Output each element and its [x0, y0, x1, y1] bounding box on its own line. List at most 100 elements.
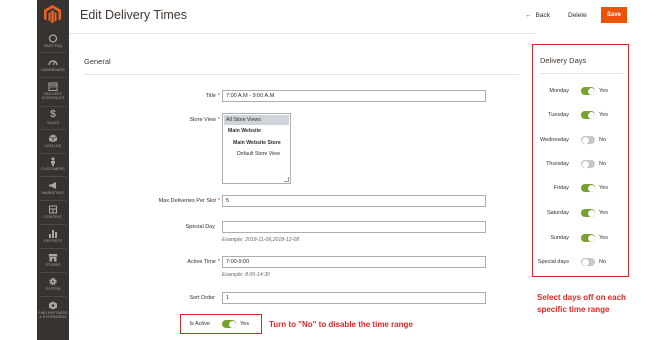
active-time-note: Example: 8:00-14:30	[222, 272, 270, 278]
sidebar-item-reports[interactable]: REPORTS	[37, 229, 69, 243]
active-time-input[interactable]: 7:00-9:00	[222, 256, 486, 268]
sidebar-item-easy-faq[interactable]: EASY FAQ	[37, 34, 69, 48]
sidebar-item-label: SYSTEM	[45, 287, 61, 291]
toggle-knob	[587, 87, 595, 95]
saturday-toggle[interactable]	[581, 209, 595, 217]
sidebar-divider	[40, 153, 66, 154]
store-view-option: Main Website	[228, 128, 262, 134]
title-label: Title *	[140, 93, 220, 99]
friday-toggle[interactable]	[581, 184, 595, 192]
delivery-days-title[interactable]: Delivery Days	[540, 56, 586, 65]
delivery-days-divider	[540, 73, 623, 74]
admin-sidebar: EASY FAQ DASHBOARD DELIVERY SCHEDULES $ …	[37, 0, 69, 340]
sidebar-item-label: SALES	[47, 121, 59, 125]
store-view-label-text: Store View	[189, 117, 216, 123]
speedometer-icon	[48, 60, 58, 66]
layout-icon	[49, 205, 57, 214]
disable-callout: Turn to "No" to disable the time range	[269, 320, 413, 329]
sidebar-item-sales[interactable]: $ SALES	[37, 110, 69, 126]
partners-icon	[49, 301, 57, 310]
day-label-sunday: Sunday	[550, 235, 569, 241]
toggle-knob	[587, 111, 595, 119]
sidebar-item-label: REPORTS	[44, 239, 62, 243]
day-label-wednesday: Wednesday	[540, 137, 569, 143]
sidebar-item-stores[interactable]: STORES	[37, 253, 69, 267]
day-label-thursday: Thursday	[546, 161, 569, 167]
toggle-knob	[581, 258, 589, 266]
sidebar-item-label: MARKETING	[42, 191, 64, 195]
back-button[interactable]: ← Back	[525, 12, 550, 19]
megaphone-icon	[49, 182, 56, 189]
sidebar-divider	[40, 248, 66, 249]
sidebar-divider	[40, 77, 66, 78]
magento-logo-icon[interactable]	[42, 4, 63, 24]
toggle-knob	[581, 136, 589, 144]
days-off-callout: Select days off on each specific time ra…	[537, 293, 626, 314]
max-deliveries-label-text: Max Deliveries Per Slot	[158, 198, 216, 204]
store-view-multiselect[interactable]: All Store Views Main Website Main Websit…	[222, 113, 291, 184]
is-active-toggle[interactable]	[222, 320, 236, 328]
thursday-toggle[interactable]	[581, 160, 595, 168]
gear-icon	[49, 277, 57, 286]
section-title-general[interactable]: General	[84, 57, 111, 66]
save-button[interactable]: Save	[601, 7, 627, 23]
sidebar-item-content[interactable]: CONTENT	[37, 205, 69, 219]
store-view-label: Store View *	[140, 117, 220, 123]
sidebar-divider	[40, 272, 66, 273]
is-active-value: Yes	[240, 321, 249, 327]
sidebar-item-label: STORES	[45, 263, 61, 267]
day-label-monday: Monday	[549, 88, 569, 94]
section-divider	[84, 74, 519, 75]
bar-chart-icon	[49, 230, 57, 238]
wednesday-value: No	[599, 137, 607, 143]
day-label-friday: Friday	[553, 185, 569, 191]
sunday-toggle[interactable]	[581, 234, 595, 242]
required-marker: *	[217, 259, 220, 265]
delete-button[interactable]: Delete	[568, 12, 587, 19]
sidebar-item-system[interactable]: SYSTEM	[37, 277, 69, 291]
sidebar-item-label: CONTENT	[44, 215, 62, 219]
special-day-note: Example: 2018-11-09,2018-12-08	[222, 237, 300, 243]
sidebar-item-label: DASHBOARD	[41, 68, 65, 72]
monday-toggle[interactable]	[581, 87, 595, 95]
sidebar-divider	[40, 296, 66, 297]
sidebar-divider	[40, 200, 66, 201]
sidebar-item-catalog[interactable]: CATALOG	[37, 134, 69, 148]
sidebar-divider	[40, 106, 66, 107]
sort-order-input[interactable]: 1	[222, 292, 486, 304]
title-label-text: Title	[205, 93, 216, 99]
sidebar-divider	[40, 129, 66, 130]
sidebar-item-delivery-schedules[interactable]: DELIVERY SCHEDULES	[37, 82, 69, 100]
back-label: Back	[535, 12, 550, 19]
required-marker: *	[217, 93, 220, 99]
toggle-knob	[587, 234, 595, 242]
sidebar-item-find-partners[interactable]: FIND PARTNERS & EXTENSIONS	[37, 301, 69, 319]
day-label-tuesday: Tuesday	[548, 112, 569, 118]
circle-icon	[48, 34, 58, 43]
store-view-option[interactable]: Default Store View	[224, 149, 289, 159]
wednesday-toggle[interactable]	[581, 136, 595, 144]
tuesday-toggle[interactable]	[581, 111, 595, 119]
store-view-option[interactable]: All Store Views	[224, 115, 289, 125]
sidebar-item-customers[interactable]: CUSTOMERS	[37, 157, 69, 171]
sidebar-divider	[40, 176, 66, 177]
special-day-input[interactable]	[222, 221, 486, 233]
sidebar-item-dashboard[interactable]: DASHBOARD	[37, 58, 69, 72]
sidebar-item-label: CUSTOMERS	[41, 167, 65, 171]
is-active-label: Is Active	[189, 321, 210, 327]
sidebar-item-marketing[interactable]: MARKETING	[37, 181, 69, 195]
store-view-option: Main Website Store	[233, 140, 281, 146]
resize-handle[interactable]	[284, 177, 289, 182]
special-days-toggle[interactable]	[581, 258, 595, 266]
title-input[interactable]: 7:00 A.M - 9:00 A.M	[222, 90, 486, 102]
max-deliveries-label: Max Deliveries Per Slot *	[120, 198, 220, 204]
toggle-knob	[587, 209, 595, 217]
required-marker: *	[217, 117, 220, 123]
friday-value: Yes	[599, 185, 608, 191]
max-deliveries-input[interactable]: 5	[222, 195, 486, 207]
special-days-value: No	[599, 259, 607, 265]
sidebar-item-label: CATALOG	[44, 144, 62, 148]
toggle-knob	[581, 160, 589, 168]
active-time-label-text: Active Time	[187, 259, 216, 265]
sidebar-item-label: FIND PARTNERS & EXTENSIONS	[38, 311, 68, 319]
